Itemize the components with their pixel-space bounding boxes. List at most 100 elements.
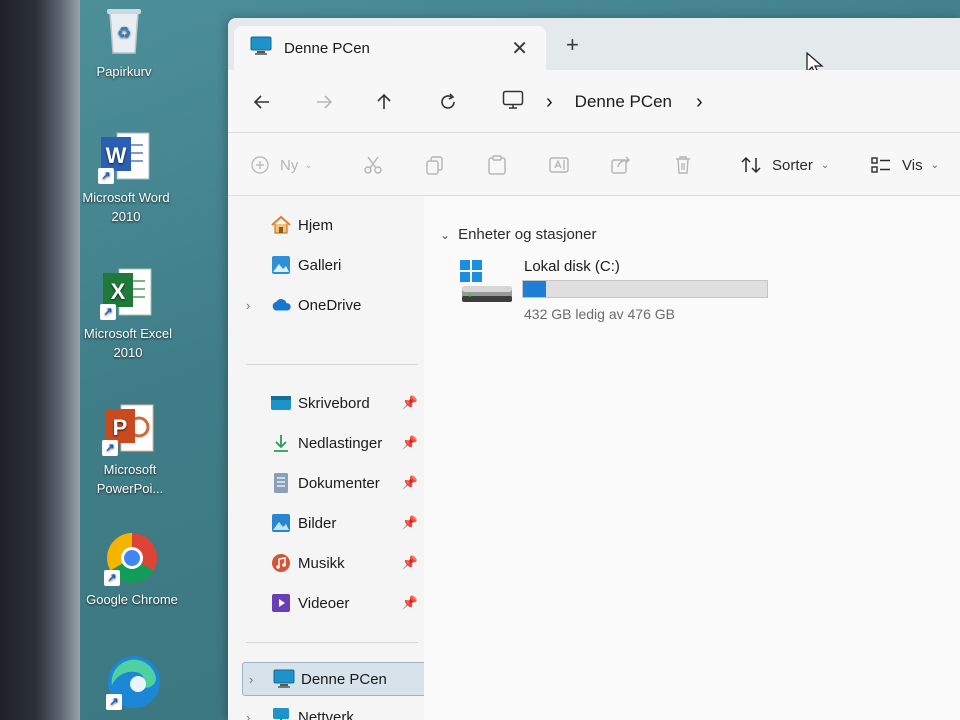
sidebar-item-onedrive[interactable]: › OneDrive [240, 288, 428, 322]
chevron-down-icon: ⌄ [820, 159, 830, 171]
pin-icon[interactable]: 📌 [402, 595, 418, 611]
tab-bar: Denne PCen ✕ + [228, 18, 960, 77]
sidebar-item-videoer[interactable]: Videoer 📌 [240, 586, 428, 620]
sidebar-item-dokumenter[interactable]: Dokumenter 📌 [240, 466, 428, 500]
svg-text:W: W [106, 143, 127, 168]
address-bar[interactable]: › Denne PCen › [502, 86, 703, 118]
refresh-icon [441, 93, 455, 109]
sidebar-item-label: Hjem [298, 216, 334, 234]
clipboard-icon [488, 155, 506, 175]
back-button[interactable] [246, 86, 278, 118]
recycle-bin-icon: ♻ [96, 2, 152, 58]
desktop-icon-label: Google Chrome [86, 592, 178, 607]
sort-button[interactable]: Sorter ⌄ [740, 151, 829, 179]
shortcut-arrow-icon: ↗ [104, 570, 120, 586]
sidebar-item-galleri[interactable]: Galleri [240, 248, 428, 282]
word-icon: W ↗ [98, 128, 154, 184]
gallery-icon [270, 254, 292, 276]
cut-button[interactable] [362, 151, 384, 179]
drive-usage-fill [523, 281, 546, 297]
desktop-icon-excel[interactable]: X ↗ Microsoft Excel 2010 [78, 264, 178, 362]
chrome-icon: ↗ [104, 530, 160, 586]
copy-button[interactable] [424, 151, 446, 179]
sidebar-separator [246, 364, 418, 365]
new-label: Ny [280, 156, 299, 174]
network-icon [270, 706, 292, 720]
view-label: Vis [902, 156, 923, 174]
new-tab-button[interactable]: + [566, 32, 579, 58]
view-list-icon [871, 157, 890, 173]
pin-icon[interactable]: 📌 [402, 515, 418, 531]
drive-usage-bar [522, 280, 768, 298]
desktop-icon-word[interactable]: W ↗ Microsoft Word 2010 [76, 128, 176, 226]
rename-button[interactable] [548, 151, 570, 179]
video-icon [270, 592, 292, 614]
powerpoint-icon: P ↗ [102, 400, 158, 456]
scissors-icon [364, 156, 382, 174]
breadcrumb-separator: › [546, 90, 553, 113]
desktop-icon-label: Microsoft Word 2010 [82, 190, 170, 224]
sidebar-item-label: Nettverk [298, 708, 354, 720]
delete-button[interactable] [672, 151, 694, 179]
sidebar-item-bilder[interactable]: Bilder 📌 [240, 506, 428, 540]
pin-icon[interactable]: 📌 [402, 395, 418, 411]
image-icon [270, 512, 292, 534]
pin-icon[interactable]: 📌 [402, 475, 418, 491]
new-button[interactable]: Ny ⌄ [250, 151, 313, 179]
tab-denne-pcen[interactable]: Denne PCen ✕ [234, 26, 546, 70]
paste-button[interactable] [486, 151, 508, 179]
sort-icon [741, 156, 761, 174]
breadcrumb-location[interactable]: Denne PCen [575, 92, 672, 112]
svg-text:♻: ♻ [117, 23, 131, 42]
drive-item-c[interactable]: Lokal disk (C:) 432 GB ledig av 476 GB [452, 252, 782, 328]
tab-label: Denne PCen [284, 39, 370, 57]
shortcut-arrow-icon: ↗ [102, 440, 118, 456]
drive-name: Lokal disk (C:) [524, 258, 620, 275]
forward-button[interactable] [308, 86, 340, 118]
desktop-icon-chrome[interactable]: ↗ Google Chrome [82, 530, 182, 609]
sidebar-item-label: Bilder [298, 514, 337, 532]
sidebar-item-denne-pcen[interactable]: › Denne PCen [242, 662, 428, 696]
up-button[interactable] [368, 86, 400, 118]
sidebar-item-skrivebord[interactable]: Skrivebord 📌 [240, 386, 428, 420]
sidebar-item-nettverk[interactable]: › Nettverk [240, 700, 428, 720]
excel-icon: X ↗ [100, 264, 156, 320]
sidebar-item-label: OneDrive [298, 296, 362, 314]
desktop-icon-edge[interactable]: ↗ [84, 654, 184, 714]
sidebar-item-label: Nedlastinger [298, 434, 383, 452]
copy-icon [426, 156, 443, 175]
shortcut-arrow-icon: ↗ [98, 168, 114, 184]
download-icon [270, 432, 292, 454]
chevron-down-icon: ⌄ [304, 159, 313, 171]
windows-drive-icon [458, 258, 514, 313]
share-icon [611, 156, 630, 174]
home-icon [270, 214, 292, 236]
sidebar-item-nedlastinger[interactable]: Nedlastinger 📌 [240, 426, 428, 460]
chevron-right-icon[interactable]: › [249, 672, 253, 687]
group-header-devices[interactable]: ⌄ Enheter og stasjoner [440, 226, 596, 243]
desktop-icon-powerpoint[interactable]: P ↗ Microsoft PowerPoi... [80, 400, 180, 498]
monitor-bezel [0, 0, 80, 720]
sidebar-item-label: Skrivebord [298, 394, 370, 412]
rename-icon [549, 157, 569, 173]
pin-icon[interactable]: 📌 [402, 435, 418, 451]
view-button[interactable]: Vis ⌄ [870, 151, 939, 179]
share-button[interactable] [610, 151, 632, 179]
sidebar-item-musikk[interactable]: Musikk 📌 [240, 546, 428, 580]
close-icon[interactable]: ✕ [511, 36, 528, 61]
navigation-pane: Hjem Galleri › OneDrive Skrivebord 📌 Ned… [228, 196, 428, 720]
drive-free-space: 432 GB ledig av 476 GB [524, 306, 675, 322]
desktop-folder-icon [270, 392, 292, 414]
chevron-right-icon[interactable]: › [246, 710, 250, 720]
desktop-icon-recycle-bin[interactable]: ♻ Papirkurv [74, 2, 174, 81]
chevron-right-icon[interactable]: › [246, 298, 250, 313]
desktop-icon-label: Papirkurv [96, 64, 152, 79]
sidebar-item-label: Dokumenter [298, 474, 380, 492]
pc-icon [273, 668, 295, 690]
pin-icon[interactable]: 📌 [402, 555, 418, 571]
refresh-button[interactable] [432, 86, 464, 118]
shortcut-arrow-icon: ↗ [106, 694, 122, 710]
sidebar-item-hjem[interactable]: Hjem [240, 208, 428, 242]
sidebar-item-label: Galleri [298, 256, 342, 274]
breadcrumb-separator[interactable]: › [696, 91, 703, 114]
